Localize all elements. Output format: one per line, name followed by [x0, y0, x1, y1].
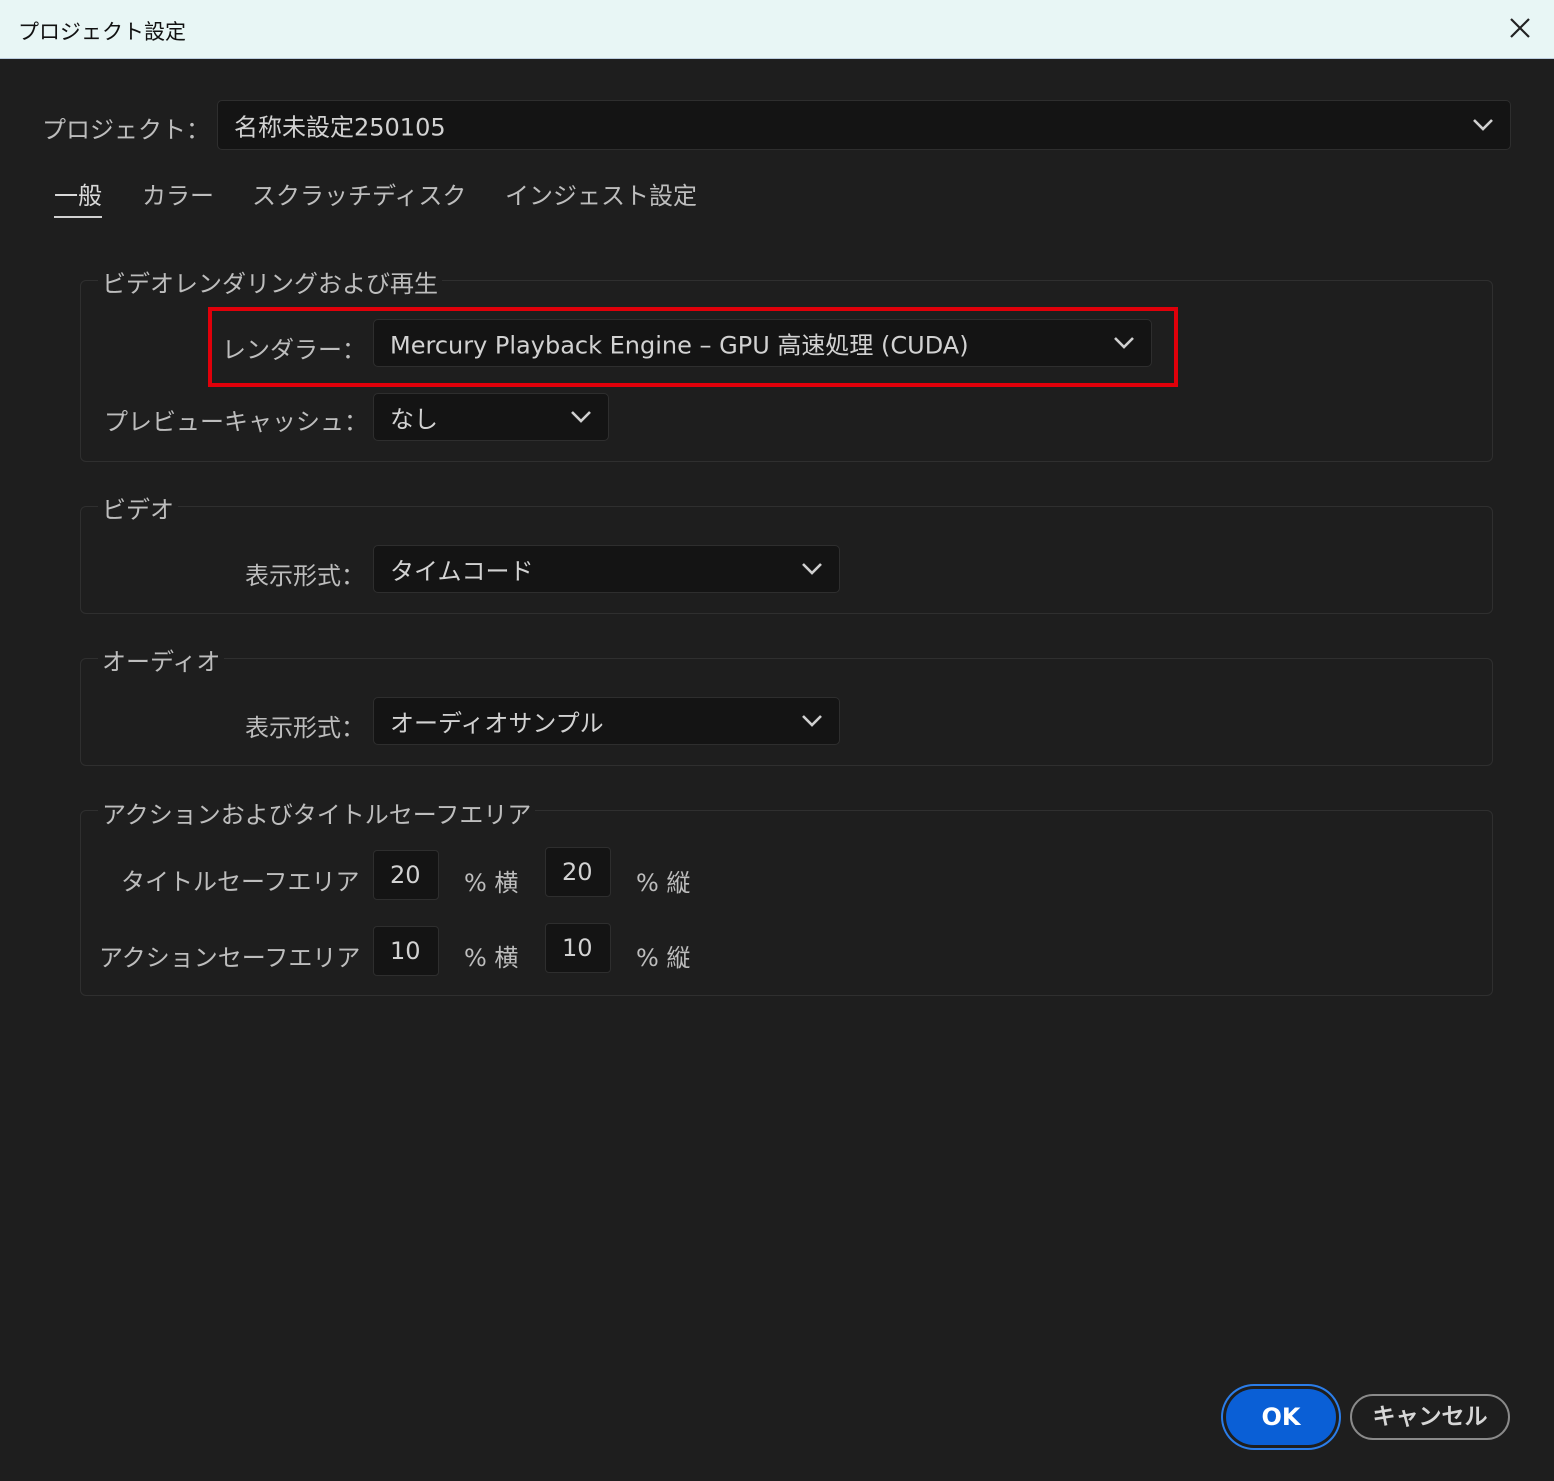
title-safe-label: タイトルセーフエリア: [121, 868, 360, 896]
project-value: 名称未設定250105: [234, 113, 446, 142]
tab-scratch-disk[interactable]: スクラッチディスク: [252, 176, 466, 211]
tab-ingest-settings[interactable]: インジェスト設定: [505, 176, 697, 211]
close-icon[interactable]: [1506, 14, 1534, 42]
tab-color[interactable]: カラー: [142, 176, 214, 211]
chevron-down-icon: [1472, 118, 1494, 132]
window-title: プロジェクト設定: [18, 20, 186, 44]
title-safe-horizontal-input[interactable]: 20: [373, 850, 439, 900]
ok-button[interactable]: OK: [1226, 1389, 1336, 1445]
project-select[interactable]: 名称未設定250105: [217, 100, 1511, 150]
preview-cache-value: なし: [390, 405, 438, 434]
action-safe-horizontal-input[interactable]: 10: [373, 926, 439, 976]
title-safe-vertical-input[interactable]: 20: [545, 847, 611, 897]
highlight-box: [208, 307, 1178, 387]
preview-cache-label: プレビューキャッシュ：: [104, 408, 368, 436]
video-format-value: タイムコード: [390, 557, 534, 586]
video-format-select[interactable]: タイムコード: [373, 545, 840, 593]
render-group-title: ビデオレンダリングおよび再生: [98, 264, 442, 299]
audio-group-title: オーディオ: [98, 642, 225, 677]
action-safe-vertical-unit: % 縦: [636, 944, 691, 972]
title-safe-vertical-unit: % 縦: [636, 869, 691, 897]
chevron-down-icon: [570, 410, 592, 424]
cancel-button[interactable]: キャンセル: [1350, 1394, 1510, 1440]
chevron-down-icon: [801, 562, 823, 576]
audio-format-value: オーディオサンプル: [390, 709, 604, 738]
title-safe-horizontal-unit: % 横: [464, 869, 519, 897]
active-tab-indicator: [54, 216, 102, 218]
action-safe-horizontal-unit: % 横: [464, 944, 519, 972]
audio-format-label: 表示形式：: [245, 714, 365, 742]
video-format-label: 表示形式：: [245, 562, 365, 590]
safe-area-group-title: アクションおよびタイトルセーフエリア: [98, 795, 536, 830]
video-group-title: ビデオ: [98, 490, 178, 525]
chevron-down-icon: [801, 714, 823, 728]
preview-cache-select[interactable]: なし: [373, 393, 609, 441]
action-safe-label: アクションセーフエリア: [99, 944, 361, 972]
tab-general[interactable]: 一般: [54, 176, 102, 211]
project-label: プロジェクト：: [42, 116, 210, 144]
audio-format-select[interactable]: オーディオサンプル: [373, 697, 840, 745]
action-safe-vertical-input[interactable]: 10: [545, 923, 611, 973]
title-bar: プロジェクト設定: [0, 0, 1554, 59]
